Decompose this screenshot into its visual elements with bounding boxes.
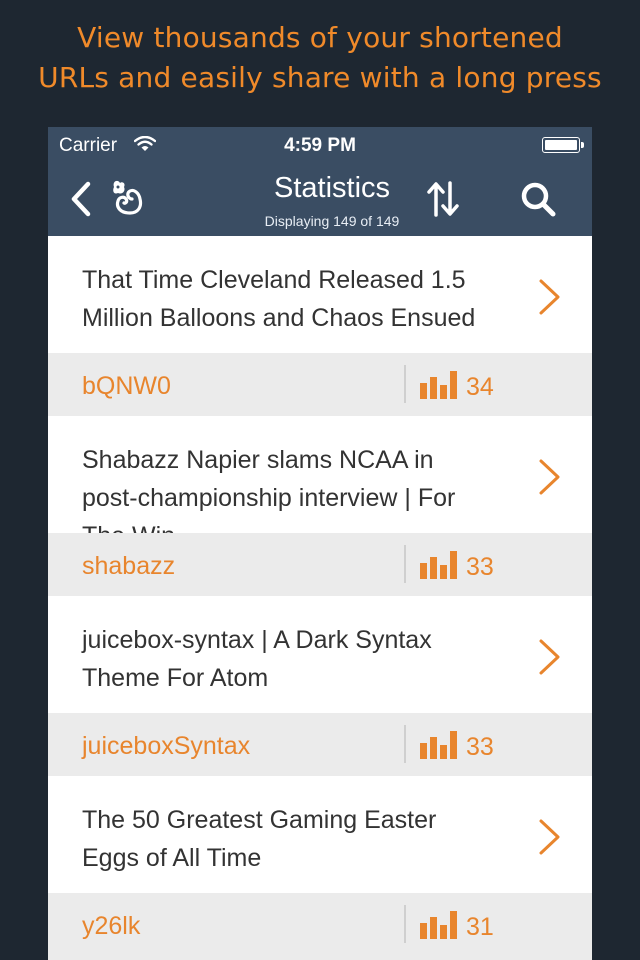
link-meta-row[interactable]: bQNW0 34 — [48, 353, 592, 416]
divider — [404, 545, 406, 583]
list-item: juicebox-syntax | A Dark Syntax Theme Fo… — [48, 596, 592, 776]
list-item: That Time Cleveland Released 1.5 Million… — [48, 236, 592, 416]
link-title: That Time Cleveland Released 1.5 Million… — [82, 266, 476, 332]
link-row[interactable]: That Time Cleveland Released 1.5 Million… — [48, 236, 592, 353]
url-list: That Time Cleveland Released 1.5 Million… — [48, 236, 592, 956]
link-meta-row[interactable]: y26lk 31 — [48, 893, 592, 956]
link-row[interactable]: Shabazz Napier slams NCAA in post-champi… — [48, 416, 592, 550]
search-button[interactable] — [518, 179, 558, 219]
search-icon — [521, 182, 556, 217]
sort-button[interactable] — [426, 181, 460, 217]
back-button[interactable] — [66, 181, 96, 217]
battery-icon — [542, 137, 584, 153]
click-count: 31 — [466, 913, 494, 941]
divider — [404, 725, 406, 763]
short-url-slug: shabazz — [82, 552, 176, 580]
navigation-bar: Statistics Displaying 149 of 149 — [48, 163, 592, 236]
promo-line-2: URLs and easily share with a long press — [38, 61, 602, 94]
promo-caption: View thousands of your shortened URLs an… — [0, 18, 640, 98]
divider — [404, 365, 406, 403]
page-title: Statistics — [273, 172, 391, 204]
link-title: The 50 Greatest Gaming Easter Eggs of Al… — [82, 806, 437, 872]
chevron-right-icon — [539, 459, 560, 495]
sort-arrows-icon — [427, 181, 459, 217]
list-item: The 50 Greatest Gaming Easter Eggs of Al… — [48, 776, 592, 956]
link-meta-row[interactable]: juiceboxSyntax 33 — [48, 713, 592, 776]
link-row[interactable]: juicebox-syntax | A Dark Syntax Theme Fo… — [48, 596, 592, 713]
status-bar: Carrier 4:59 PM — [48, 127, 592, 163]
promo-line-1: View thousands of your shortened — [77, 21, 563, 54]
short-url-slug: bQNW0 — [82, 372, 171, 400]
page-subtitle: Displaying 149 of 149 — [264, 213, 400, 229]
status-time: 4:59 PM — [284, 135, 356, 156]
short-url-slug: y26lk — [82, 912, 141, 940]
click-count: 33 — [466, 733, 494, 761]
chevron-left-icon — [71, 181, 91, 217]
squirrel-logo-icon[interactable] — [106, 177, 146, 217]
phone-screen: Carrier 4:59 PM Statistics Displaying 14… — [48, 127, 592, 960]
list-item: Shabazz Napier slams NCAA in post-champi… — [48, 416, 592, 596]
link-title: juicebox-syntax | A Dark Syntax Theme Fo… — [82, 626, 432, 692]
chevron-right-icon — [539, 639, 560, 675]
click-count: 33 — [466, 553, 494, 581]
bar-chart-icon — [420, 371, 457, 399]
link-meta-row[interactable]: shabazz 33 — [48, 533, 592, 596]
bar-chart-icon — [420, 731, 457, 759]
click-count: 34 — [466, 373, 494, 401]
bar-chart-icon — [420, 911, 457, 939]
chevron-right-icon — [539, 279, 560, 315]
chevron-right-icon — [539, 819, 560, 855]
divider — [404, 905, 406, 943]
link-row[interactable]: The 50 Greatest Gaming Easter Eggs of Al… — [48, 776, 592, 893]
bar-chart-icon — [420, 551, 457, 579]
short-url-slug: juiceboxSyntax — [82, 732, 251, 760]
